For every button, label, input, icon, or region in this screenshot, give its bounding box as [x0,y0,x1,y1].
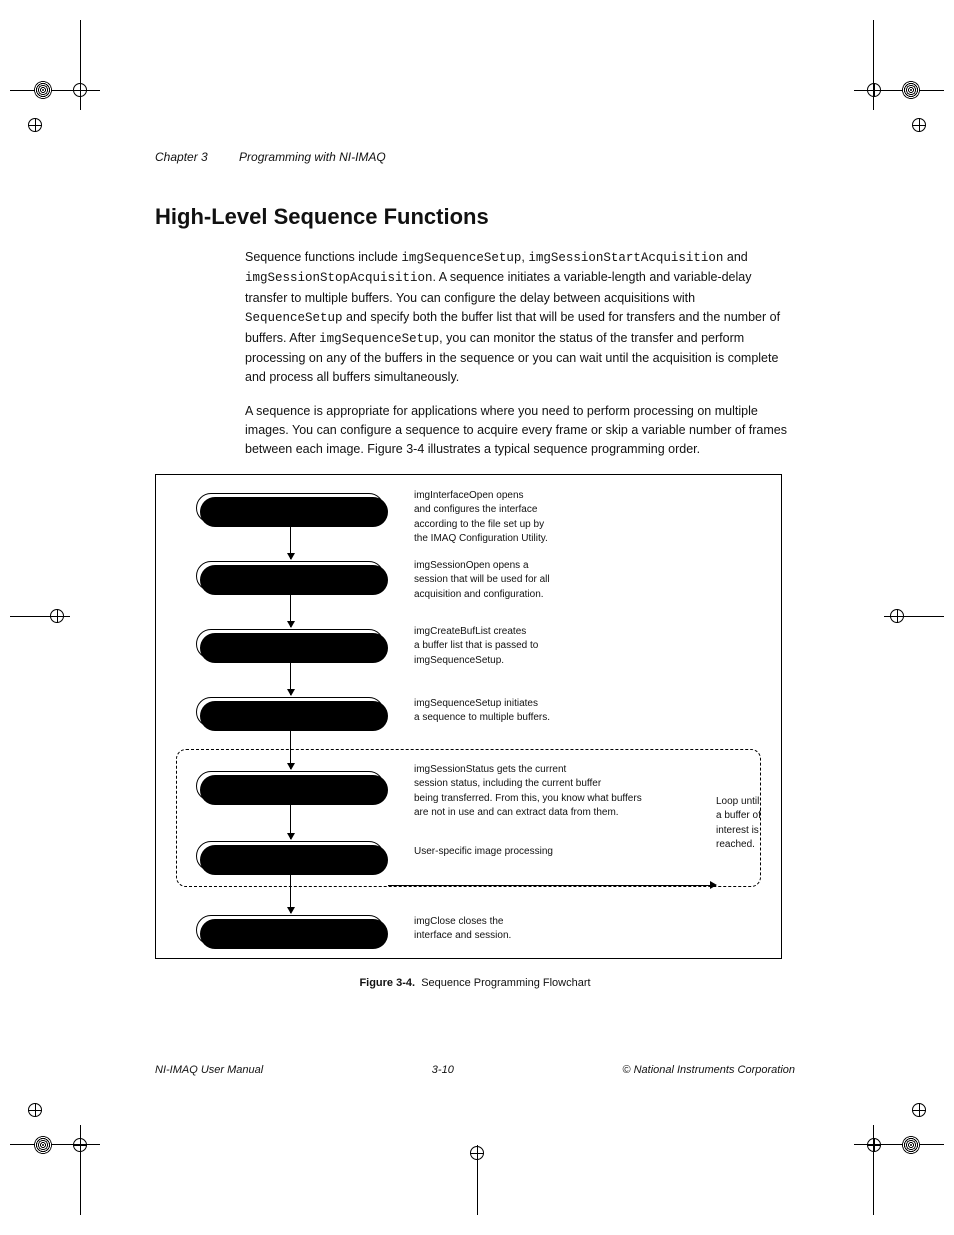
flow-node-session-open: imgSessionOpen [196,561,384,591]
paragraph-1: Sequence functions include imgSequenceSe… [245,248,795,388]
footer-center: 3-10 [432,1064,454,1076]
arrow-3 [290,661,291,695]
chapter-title: Programming with NI-IMAQ [239,150,386,164]
running-header: Chapter 3 Programming with NI-IMAQ [155,150,795,164]
loop-arrow [388,885,716,886]
arrow-5 [290,803,291,839]
chapter-number: Chapter 3 [155,150,208,164]
note-session-status: imgSessionStatus gets the current sessio… [414,763,704,821]
crop-mark-mr [824,596,944,636]
crop-mark-tr [824,20,944,140]
arrow-2 [290,593,291,627]
flow-node-session-status: imgSessionStatus [196,771,384,801]
figure-label: Figure 3-4. [359,977,415,989]
flow-node-sequence-setup: imgSequenceSetup [196,697,384,727]
flow-node-interface-open: imgInterfaceOpen [196,493,384,523]
crop-mark-ml [10,596,130,636]
note-user-functions: User-specific image processing [414,845,634,860]
note-session-open: imgSessionOpen opens a session that will… [414,559,604,603]
crop-mark-tl [10,20,130,140]
flow-node-close: imgClose [196,915,384,945]
arrow-1 [290,525,291,559]
note-loop: Loop until a buffer of interest is reach… [716,795,771,853]
figure-caption: Figure 3-4. Sequence Programming Flowcha… [155,977,795,989]
crop-mark-br [824,1095,944,1215]
flow-node-createbuflist: imgCreateBufList [196,629,384,659]
footer-left: NI-IMAQ User Manual [155,1064,263,1076]
arrow-4 [290,729,291,769]
crop-mark-bc [447,1095,507,1215]
footer-right: © National Instruments Corporation [622,1064,795,1076]
arrow-6 [290,874,291,913]
paragraph-2: A sequence is appropriate for applicatio… [245,402,795,460]
flowchart-frame: imgInterfaceOpen imgSessionOpen imgCreat… [155,474,782,959]
figure-text: Sequence Programming Flowchart [421,977,590,989]
page-content: Chapter 3 Programming with NI-IMAQ High-… [155,150,795,989]
note-sequence-setup: imgSequenceSetup initiates a sequence to… [414,697,624,726]
section-heading: High-Level Sequence Functions [155,204,795,230]
note-createbuflist: imgCreateBufList creates a buffer list t… [414,625,614,669]
note-close: imgClose closes the interface and sessio… [414,915,594,944]
flow-node-user-functions: User-specific functions [196,841,384,871]
note-interface-open: imgInterfaceOpen opens and configures th… [414,489,604,547]
page-footer: NI-IMAQ User Manual 3-10 © National Inst… [155,1064,795,1076]
crop-mark-bl [10,1095,130,1215]
